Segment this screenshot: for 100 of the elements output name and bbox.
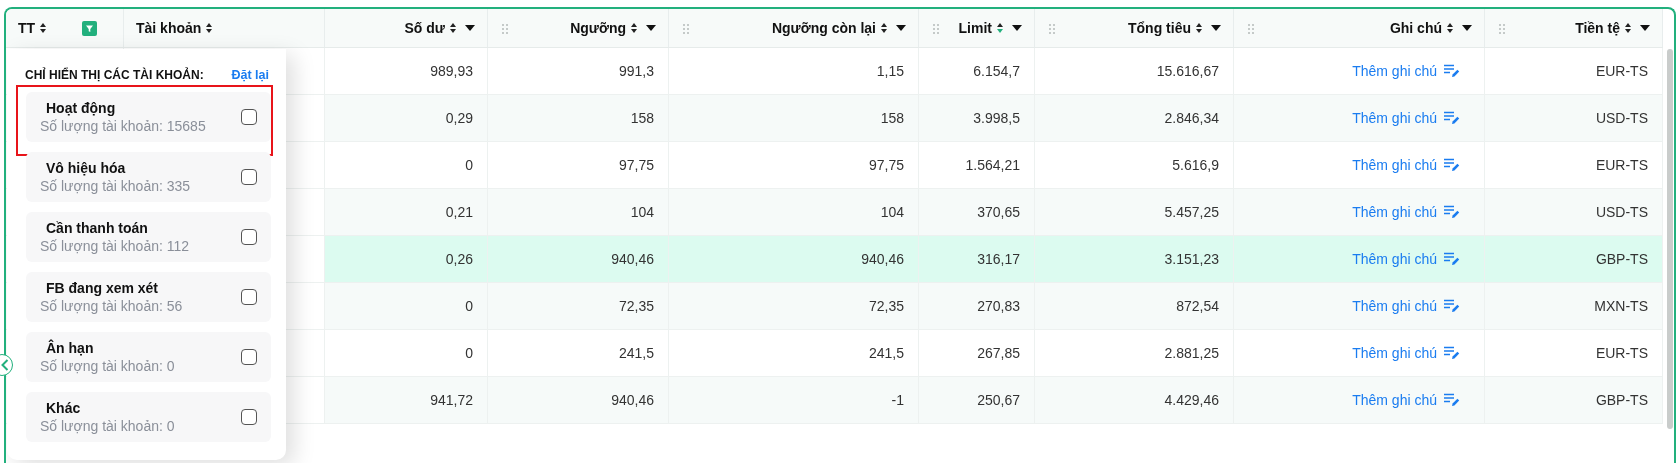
drag-handle-icon[interactable] [933, 24, 939, 34]
table-cell: 267,85 [919, 330, 1035, 376]
add-note-link[interactable]: Thêm ghi chú [1352, 157, 1460, 173]
table-cell: 241,5 [488, 330, 669, 376]
add-note-link[interactable]: Thêm ghi chú [1352, 392, 1460, 408]
table-cell: 241,5 [669, 330, 919, 376]
checkbox[interactable] [241, 109, 257, 125]
add-note-link[interactable]: Thêm ghi chú [1352, 298, 1460, 314]
note-edit-icon [1444, 158, 1460, 172]
table-cell: EUR-TS [1485, 142, 1663, 188]
caret-icon[interactable] [896, 25, 906, 31]
option-count: Số lượng tài khoản: 112 [40, 238, 190, 254]
column-header[interactable]: Limit [919, 9, 1035, 47]
column-header[interactable]: Tiền tệ [1485, 9, 1663, 47]
table-cell: 6.154,7 [919, 48, 1035, 94]
table-cell: GBP-TS [1485, 377, 1663, 423]
filter-icon[interactable] [82, 21, 97, 36]
table-cell: 991,3 [488, 48, 669, 94]
sort-icon[interactable] [1625, 23, 1631, 33]
drag-handle-icon[interactable] [683, 24, 689, 34]
option-count: Số lượng tài khoản: 0 [40, 418, 175, 434]
filter-option[interactable]: Cần thanh toán Số lượng tài khoản: 112 [26, 212, 271, 262]
column-header[interactable]: TT [6, 9, 124, 47]
note-edit-icon [1444, 205, 1460, 219]
table-cell: 941,72 [325, 377, 488, 423]
table-row[interactable]: 941,72 940,46 -1 250,67 4.429,46 Thêm ghi chú GBP-TS [325, 377, 1663, 423]
table-row[interactable]: 989,93 991,3 1,15 6.154,7 15.616,67 Thêm ghi chú EUR-TS [325, 48, 1663, 94]
add-note-link[interactable]: Thêm ghi chú [1352, 110, 1460, 126]
caret-icon[interactable] [1462, 25, 1472, 31]
table-cell: 0 [325, 283, 488, 329]
chevron-left-icon [1, 359, 9, 371]
sort-icon[interactable] [997, 23, 1003, 33]
table-row[interactable]: 0,26 940,46 940,46 316,17 3.151,23 Thêm ghi chú GBP-TS [325, 236, 1663, 282]
column-header[interactable]: Tài khoản [124, 9, 325, 47]
column-header[interactable]: Số dư [325, 9, 488, 47]
column-header[interactable]: Ngưỡng [488, 9, 669, 47]
sort-icon[interactable] [1196, 23, 1202, 33]
drag-handle-icon[interactable] [1248, 24, 1254, 34]
filter-option[interactable]: FB đang xem xét Số lượng tài khoản: 56 [26, 272, 271, 322]
column-header[interactable]: Ghi chú [1234, 9, 1485, 47]
table-cell: 872,54 [1035, 283, 1234, 329]
filter-option[interactable]: Vô hiệu hóa Số lượng tài khoản: 335 [26, 152, 271, 202]
table-cell: 104 [488, 189, 669, 235]
option-count: Số lượng tài khoản: 0 [40, 358, 175, 374]
caret-icon[interactable] [465, 25, 475, 31]
add-note-link[interactable]: Thêm ghi chú [1352, 204, 1460, 220]
checkbox[interactable] [241, 409, 257, 425]
checkbox[interactable] [241, 169, 257, 185]
checkbox[interactable] [241, 229, 257, 245]
scrollbar[interactable] [1667, 49, 1673, 429]
option-count: Số lượng tài khoản: 335 [40, 178, 191, 194]
filter-title: CHỈ HIỂN THỊ CÁC TÀI KHOẢN: [25, 68, 204, 82]
add-note-link[interactable]: Thêm ghi chú [1352, 251, 1460, 267]
table-cell: 1.564,21 [919, 142, 1035, 188]
table-row[interactable]: 0,29 158 158 3.998,5 2.846,34 Thêm ghi chú USD-TS [325, 95, 1663, 141]
caret-icon[interactable] [646, 25, 656, 31]
note-edit-icon [1444, 393, 1460, 407]
table-cell: 3.998,5 [919, 95, 1035, 141]
drag-handle-icon[interactable] [1049, 24, 1055, 34]
table-row[interactable]: 0 72,35 72,35 270,83 872,54 Thêm ghi chú MXN-TS [325, 283, 1663, 329]
table-cell: 104 [669, 189, 919, 235]
checkbox[interactable] [241, 349, 257, 365]
sort-icon[interactable] [1447, 23, 1453, 33]
option-label: Khác [45, 400, 82, 416]
checkbox[interactable] [241, 289, 257, 305]
reset-link[interactable]: Đặt lại [231, 68, 269, 82]
caret-icon[interactable] [1012, 25, 1022, 31]
table-row[interactable]: 0 97,75 97,75 1.564,21 5.616,9 Thêm ghi chú EUR-TS [325, 142, 1663, 188]
option-label: Ân hạn [45, 340, 95, 356]
table-cell: EUR-TS [1485, 48, 1663, 94]
add-note-link[interactable]: Thêm ghi chú [1352, 345, 1460, 361]
drag-handle-icon[interactable] [502, 24, 508, 34]
table-cell: 940,46 [488, 236, 669, 282]
option-label: FB đang xem xét [45, 280, 160, 296]
column-header[interactable]: Tổng tiêu [1035, 9, 1234, 47]
table-cell: 0 [325, 142, 488, 188]
table-cell: 158 [488, 95, 669, 141]
sort-icon[interactable] [631, 23, 637, 33]
table-cell: 270,83 [919, 283, 1035, 329]
table-cell: 97,75 [669, 142, 919, 188]
caret-icon[interactable] [1640, 25, 1650, 31]
sort-icon[interactable] [881, 23, 887, 33]
sort-icon[interactable] [40, 23, 47, 33]
caret-icon[interactable] [1211, 25, 1221, 31]
filter-option[interactable]: Hoạt động Số lượng tài khoản: 15685 [26, 92, 271, 142]
table-cell: 72,35 [669, 283, 919, 329]
add-note-link[interactable]: Thêm ghi chú [1352, 63, 1460, 79]
table-row[interactable]: 0,21 104 104 370,65 5.457,25 Thêm ghi chú USD-TS [325, 189, 1663, 235]
filter-option[interactable]: Ân hạn Số lượng tài khoản: 0 [26, 332, 271, 382]
option-count: Số lượng tài khoản: 15685 [40, 118, 206, 134]
table-cell: 1,15 [669, 48, 919, 94]
sort-icon[interactable] [206, 23, 213, 33]
drag-handle-icon[interactable] [1499, 24, 1505, 34]
table-cell: 370,65 [919, 189, 1035, 235]
table-cell: 940,46 [669, 236, 919, 282]
table-row[interactable]: 0 241,5 241,5 267,85 2.881,25 Thêm ghi chú EUR-TS [325, 330, 1663, 376]
column-header[interactable]: Ngưỡng còn lại [669, 9, 919, 47]
table-cell: 72,35 [488, 283, 669, 329]
filter-option[interactable]: Khác Số lượng tài khoản: 0 [26, 392, 271, 442]
sort-icon[interactable] [450, 23, 456, 33]
